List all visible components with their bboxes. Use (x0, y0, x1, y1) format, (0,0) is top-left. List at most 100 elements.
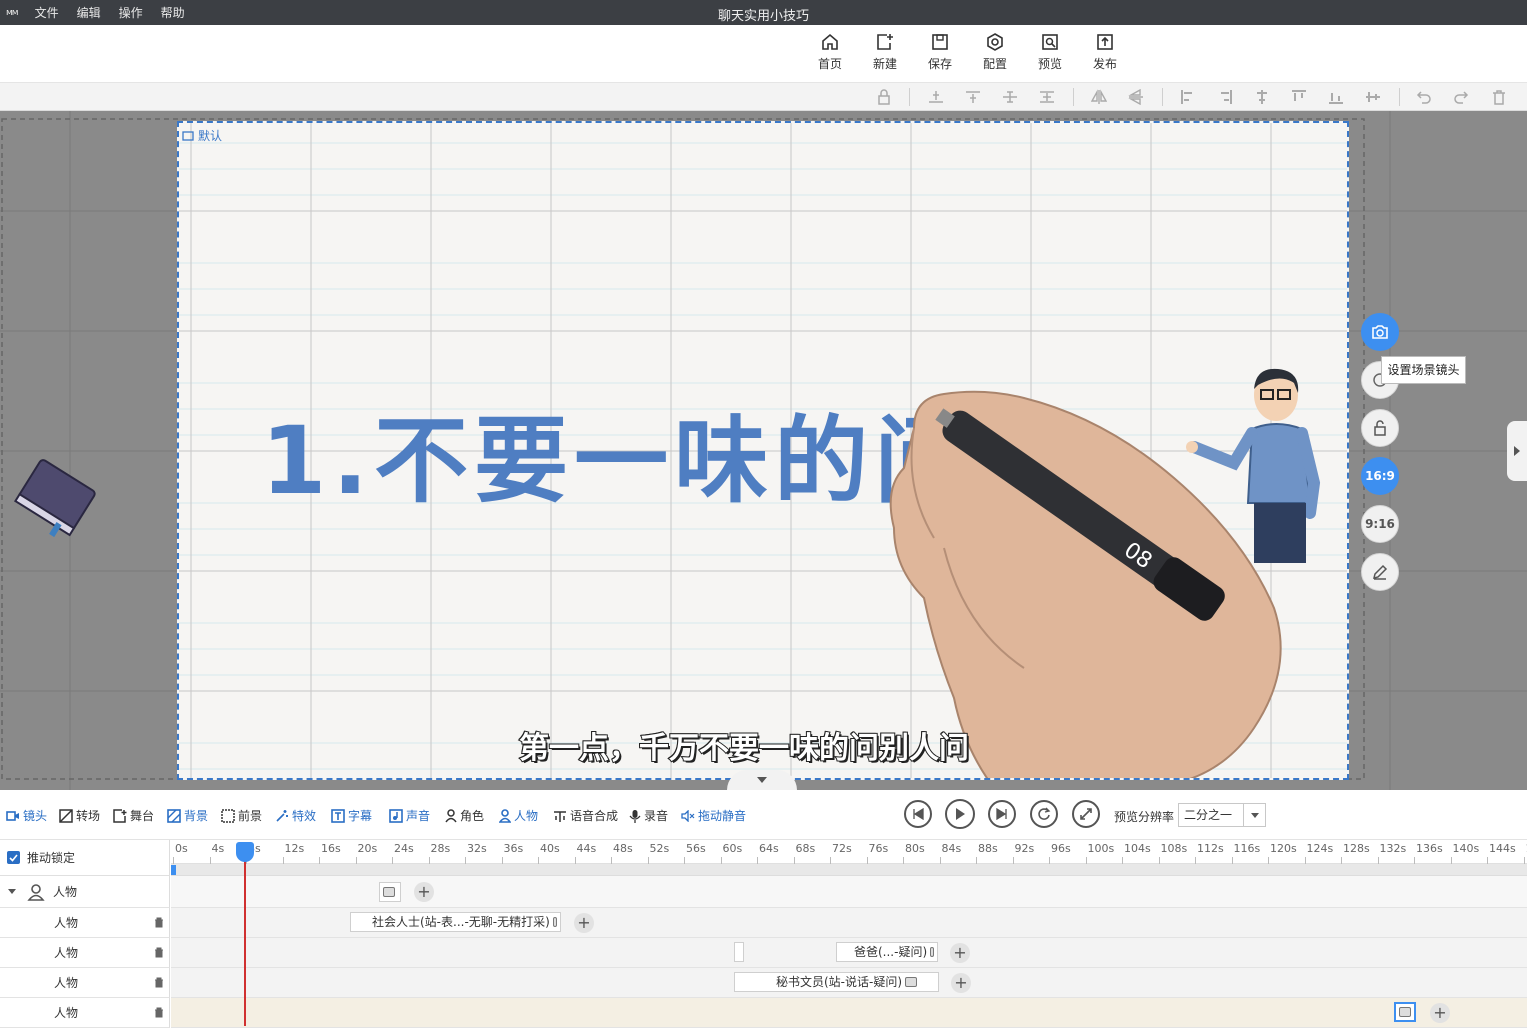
flip-horizontal-icon[interactable] (1091, 89, 1107, 105)
tool-role[interactable]: 角色 (445, 807, 484, 824)
ruler-tick-mark (903, 857, 904, 864)
right-panel-toggle[interactable] (1507, 421, 1527, 481)
save-button[interactable]: 保存 (920, 33, 960, 72)
publish-button[interactable]: 发布 (1085, 33, 1125, 72)
playhead-handle[interactable] (236, 842, 254, 862)
align-bottom-edge-icon[interactable] (1328, 89, 1344, 105)
play-button[interactable] (945, 799, 975, 829)
tool-record[interactable]: 录音 (629, 807, 668, 824)
track-clip[interactable]: 爸爸(...-疑问) (836, 942, 938, 962)
trash-icon[interactable] (154, 977, 164, 988)
resolution-select[interactable]: 二分之一 (1178, 803, 1266, 827)
trash-icon[interactable] (154, 1007, 164, 1018)
settings-button[interactable]: 配置 (975, 33, 1015, 72)
track-label[interactable]: 人物 (0, 968, 170, 998)
timeline-lock[interactable]: 推动锁定 (0, 840, 170, 876)
align-right-icon[interactable] (1217, 89, 1233, 105)
pencil-icon (1372, 564, 1388, 580)
track-label[interactable]: 人物 (0, 938, 170, 968)
align-middle-icon[interactable] (1002, 89, 1018, 105)
tool-transition[interactable]: 转场 (59, 807, 100, 824)
headline-text[interactable]: 1.不要一味的问 (261, 385, 974, 521)
workspace[interactable]: 默认 1.不要一味的问 08 第一点，千万不要一味的问别人问 设置场景镜头 16… (0, 111, 1527, 790)
add-clip-button[interactable]: + (951, 973, 971, 993)
time-ruler[interactable]: 0s 4s 8s 12s 16s 20s 24s 28s 32s 36s 40s 44s 48s 52s 5… (171, 840, 1527, 864)
skip-back-button[interactable] (904, 800, 932, 828)
ratio-16-9-button[interactable]: 16:9 (1361, 457, 1399, 495)
unlock-button[interactable] (1361, 409, 1399, 447)
fullscreen-button[interactable] (1072, 800, 1100, 828)
track-clip[interactable]: 社会人士(站-表...-无聊-无精打采) (350, 912, 561, 932)
clip-icon (552, 917, 557, 927)
tool-background[interactable]: 背景 (167, 807, 208, 824)
tool-effects-label: 特效 (292, 809, 317, 823)
ruler-tick-label: 36s (503, 842, 524, 855)
playhead-line[interactable] (244, 842, 246, 1026)
skip-forward-button[interactable] (988, 800, 1016, 828)
ratio-9-16-button[interactable]: 9:16 (1361, 505, 1399, 543)
align-top-icon[interactable] (965, 89, 981, 105)
ruler-tick-label: 112s (1197, 842, 1224, 855)
align-top-edge-icon[interactable] (1291, 89, 1307, 105)
undo-icon[interactable] (1416, 89, 1432, 105)
scrub-start-marker[interactable] (171, 865, 176, 875)
scene-canvas[interactable]: 默认 1.不要一味的问 08 第一点，千万不要一味的问别人问 (177, 121, 1349, 780)
new-button[interactable]: 新建 (865, 33, 905, 72)
timeline-toggle[interactable] (727, 770, 797, 790)
scene-camera-button[interactable] (1361, 313, 1399, 351)
tool-mute[interactable]: 拖动静音 (681, 807, 746, 824)
add-clip-button[interactable]: + (414, 882, 434, 902)
align-vcenter-icon[interactable] (1365, 89, 1381, 105)
camera-frame-icon (182, 130, 194, 141)
edit-button[interactable] (1361, 553, 1399, 591)
book-prop[interactable] (10, 449, 106, 545)
tool-tts[interactable]: 语音合成 (553, 807, 618, 824)
ruler-tick-label: 12s (284, 842, 305, 855)
tool-effects[interactable]: 特效 (275, 807, 316, 824)
add-clip-button[interactable]: + (950, 943, 970, 963)
add-clip-button[interactable]: + (1430, 1003, 1450, 1023)
group-track[interactable]: + (171, 876, 1527, 908)
time-scrubber[interactable] (171, 864, 1527, 876)
caret-down-icon[interactable] (8, 888, 16, 896)
track-row[interactable]: 爸爸(...-疑问) + (171, 938, 1527, 968)
align-left-icon[interactable] (1180, 89, 1196, 105)
home-icon (822, 33, 838, 50)
trash-icon[interactable] (154, 917, 164, 928)
replay-button[interactable] (1030, 800, 1058, 828)
track-label[interactable]: 人物 (0, 908, 170, 938)
preview-button[interactable]: 预览 (1030, 33, 1070, 72)
track-row[interactable]: 秘书文员(站-说话-疑问) + (171, 968, 1527, 998)
group-clip[interactable] (379, 882, 401, 902)
delete-icon[interactable] (1491, 89, 1507, 105)
tool-character[interactable]: 人物 (499, 807, 538, 824)
tool-sound[interactable]: 声音 (389, 807, 430, 824)
add-clip-button[interactable]: + (574, 913, 594, 933)
tool-stage[interactable]: 舞台 (113, 807, 154, 824)
redo-icon[interactable] (1453, 89, 1469, 105)
selected-clip[interactable] (1394, 1002, 1416, 1022)
track-row[interactable]: + (171, 998, 1527, 1028)
ruler-tick-mark (757, 857, 758, 864)
track-clip[interactable]: 秘书文员(站-说话-疑问) (734, 972, 939, 992)
lock-checkbox[interactable] (7, 851, 20, 864)
lock-icon[interactable] (876, 89, 892, 105)
track-group-header[interactable]: 人物 (0, 876, 170, 908)
distribute-icon[interactable] (1039, 89, 1055, 105)
ruler-tick-label: 92s (1014, 842, 1035, 855)
align-center-icon[interactable] (1254, 89, 1270, 105)
tool-subtitle[interactable]: 字幕 (331, 807, 372, 824)
subtitle-text[interactable]: 第一点，千万不要一味的问别人问 (518, 723, 970, 767)
align-bottom-icon[interactable] (928, 89, 944, 105)
tool-camera[interactable]: 镜头 (6, 807, 47, 824)
track-clip-marker[interactable] (734, 942, 744, 962)
flip-vertical-icon[interactable] (1128, 89, 1144, 105)
trash-icon[interactable] (154, 947, 164, 958)
track-name: 人物 (54, 976, 79, 990)
track-row[interactable]: 社会人士(站-表...-无聊-无精打采) + (171, 908, 1527, 938)
new-label: 新建 (872, 57, 897, 71)
home-label: 首页 (817, 57, 842, 71)
track-label[interactable]: 人物 (0, 998, 170, 1028)
tool-foreground[interactable]: 前景 (221, 807, 262, 824)
home-button[interactable]: 首页 (810, 33, 850, 72)
